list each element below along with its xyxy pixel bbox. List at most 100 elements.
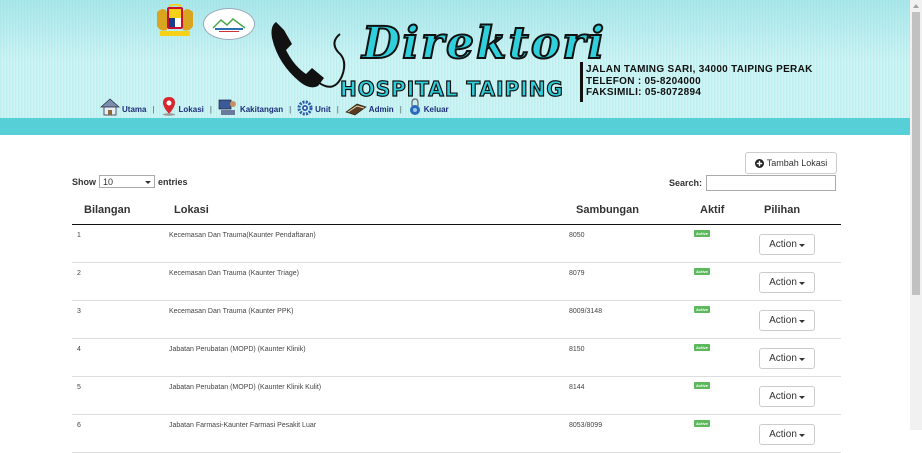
nav-label-unit: Unit bbox=[315, 105, 331, 114]
header-aktif[interactable]: Aktif bbox=[700, 204, 724, 216]
table-row: 5 Jabatan Perubatan (MOPD) (Kaunter Klin… bbox=[72, 377, 841, 415]
nav-item-utama[interactable]: Utama bbox=[100, 98, 146, 116]
nav-item-kakitangan[interactable]: Kakitangan bbox=[218, 98, 283, 116]
status-badge: Active bbox=[694, 420, 711, 427]
malaysia-crest-logo bbox=[157, 4, 193, 36]
nav-item-keluar[interactable]: Keluar bbox=[408, 98, 449, 116]
show-entries-control: Show 10 entries bbox=[72, 175, 188, 188]
nav-label-lokasi: Lokasi bbox=[178, 105, 204, 114]
action-label: Action bbox=[769, 315, 797, 326]
action-label: Action bbox=[769, 239, 797, 250]
nav-separator: | bbox=[209, 105, 212, 114]
cell-sambungan: 8150 bbox=[569, 346, 585, 353]
phone-text: TELEFON : 05-8204000 bbox=[586, 75, 701, 87]
nav-separator: | bbox=[399, 105, 402, 114]
cell-bilangan: 1 bbox=[77, 232, 81, 239]
telephone-icon bbox=[271, 22, 346, 88]
plus-circle-icon bbox=[754, 158, 764, 168]
search-control: Search: bbox=[669, 175, 837, 191]
table-header: Bilangan Lokasi Sambungan Aktif Pilihan bbox=[72, 199, 841, 225]
cell-bilangan: 6 bbox=[77, 422, 81, 429]
cell-sambungan: 8050 bbox=[569, 232, 585, 239]
brand-divider bbox=[580, 62, 583, 102]
scroll-up-arrow-icon[interactable] bbox=[913, 4, 919, 8]
header-bilangan[interactable]: Bilangan bbox=[84, 204, 130, 216]
scrollbar-thumb[interactable] bbox=[912, 12, 920, 295]
cell-lokasi: Kecemasan Dan Trauma (Kaunter Triage) bbox=[169, 270, 299, 277]
cell-lokasi: Jabatan Perubatan (MOPD) (Kaunter Klinik… bbox=[169, 346, 306, 353]
action-dropdown-button[interactable]: Action bbox=[759, 424, 815, 445]
cell-sambungan: 8144 bbox=[569, 384, 585, 391]
caret-down-icon bbox=[798, 281, 805, 285]
nav-label-utama: Utama bbox=[122, 105, 147, 114]
action-dropdown-button[interactable]: Action bbox=[759, 310, 815, 331]
action-label: Action bbox=[769, 429, 797, 440]
show-label: Show bbox=[72, 176, 96, 187]
header-band bbox=[0, 118, 910, 135]
action-dropdown-button[interactable]: Action bbox=[759, 234, 815, 255]
logout-lock-icon bbox=[409, 98, 420, 115]
cell-lokasi: Kecemasan Dan Trauma (Kaunter PPK) bbox=[169, 308, 294, 315]
status-badge: Active bbox=[694, 268, 711, 275]
caret-down-icon bbox=[798, 433, 805, 437]
search-label: Search: bbox=[669, 178, 703, 188]
status-badge: Active bbox=[694, 306, 711, 313]
address-text: JALAN TAMING SARI, 34000 TAIPING PERAK bbox=[586, 64, 813, 75]
status-badge: Active bbox=[694, 382, 711, 389]
caret-down-icon bbox=[798, 395, 805, 399]
cell-bilangan: 4 bbox=[77, 346, 81, 353]
site-header: Direktori HOSPITAL TAIPING JALAN TAMING … bbox=[0, 0, 910, 118]
contact-info: JALAN TAMING SARI, 34000 TAIPING PERAK T… bbox=[586, 64, 813, 99]
chevron-down-icon bbox=[145, 180, 151, 184]
search-input[interactable] bbox=[706, 175, 837, 191]
add-location-button[interactable]: Tambah Lokasi bbox=[745, 152, 837, 174]
nav-label-kakitangan: Kakitangan bbox=[239, 105, 284, 114]
main-nav: Utama | Lokasi | Kakitangan | Unit | Adm… bbox=[100, 96, 449, 116]
nav-label-admin: Admin bbox=[368, 105, 394, 114]
admin-book-icon bbox=[345, 103, 367, 116]
action-label: Action bbox=[769, 353, 797, 364]
cell-sambungan: 8053/8099 bbox=[569, 422, 603, 429]
caret-down-icon bbox=[798, 319, 805, 323]
action-dropdown-button[interactable]: Action bbox=[759, 272, 815, 293]
status-badge: Active bbox=[694, 344, 711, 351]
location-pin-icon bbox=[162, 97, 175, 116]
add-location-label: Tambah Lokasi bbox=[766, 158, 828, 168]
header-sambungan[interactable]: Sambungan bbox=[576, 204, 639, 216]
cell-bilangan: 3 bbox=[77, 308, 81, 315]
nav-item-unit[interactable]: Unit bbox=[297, 100, 331, 116]
locations-table: Bilangan Lokasi Sambungan Aktif Pilihan … bbox=[72, 199, 841, 453]
entries-select[interactable]: 10 bbox=[99, 175, 155, 188]
cell-lokasi: Kecemasan Dan Trauma(Kaunter Pendaftaran… bbox=[169, 232, 316, 239]
nav-item-admin[interactable]: Admin bbox=[345, 102, 394, 116]
action-dropdown-button[interactable]: Action bbox=[759, 348, 815, 369]
cell-bilangan: 2 bbox=[77, 270, 81, 277]
nav-label-keluar: Keluar bbox=[423, 105, 449, 114]
gear-icon bbox=[297, 100, 313, 116]
action-dropdown-button[interactable]: Action bbox=[759, 386, 815, 407]
cell-sambungan: 8009/3148 bbox=[569, 308, 603, 315]
nav-separator: | bbox=[289, 105, 292, 114]
cell-bilangan: 5 bbox=[77, 384, 81, 391]
home-icon bbox=[100, 98, 120, 116]
table-row: 1 Kecemasan Dan Trauma(Kaunter Pendaftar… bbox=[72, 225, 841, 263]
header-lokasi[interactable]: Lokasi bbox=[174, 204, 209, 216]
action-label: Action bbox=[769, 391, 797, 402]
table-row: 2 Kecemasan Dan Trauma (Kaunter Triage) … bbox=[72, 263, 841, 301]
brand-title: Direktori bbox=[361, 18, 607, 69]
caret-down-icon bbox=[798, 243, 805, 247]
page-scrollbar[interactable] bbox=[910, 0, 922, 430]
nav-separator: | bbox=[336, 105, 339, 114]
entries-label: entries bbox=[158, 176, 188, 187]
staff-icon bbox=[218, 99, 236, 115]
action-label: Action bbox=[769, 277, 797, 288]
cell-sambungan: 8079 bbox=[569, 270, 585, 277]
table-row: 4 Jabatan Perubatan (MOPD) (Kaunter Klin… bbox=[72, 339, 841, 377]
cell-lokasi: Jabatan Farmasi-Kaunter Farmasi Pesakit … bbox=[169, 422, 317, 429]
nav-item-lokasi[interactable]: Lokasi bbox=[161, 96, 204, 116]
table-row: 6 Jabatan Farmasi-Kaunter Farmasi Pesaki… bbox=[72, 415, 841, 453]
header-pilihan[interactable]: Pilihan bbox=[764, 204, 800, 216]
entries-value: 10 bbox=[103, 176, 114, 187]
status-badge: Active bbox=[694, 230, 711, 237]
fax-text: FAKSIMILI: 05-8072894 bbox=[586, 87, 702, 98]
